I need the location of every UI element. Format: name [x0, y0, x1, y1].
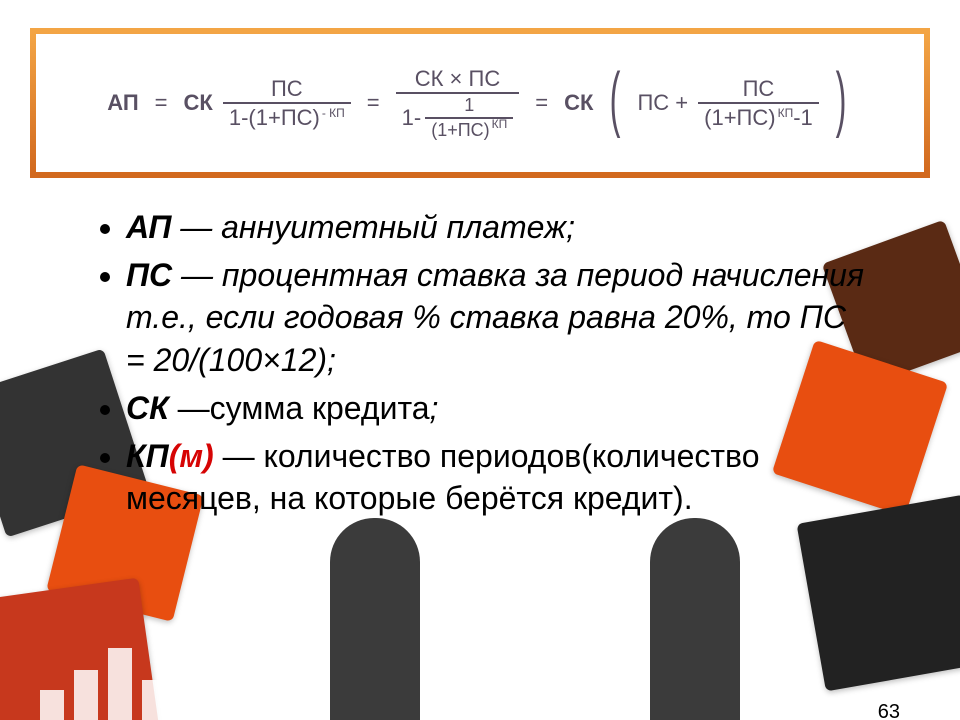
frac1-den: 1-(1+ПС)- КП: [223, 102, 351, 129]
term-ap: АП: [126, 209, 171, 245]
formula-fraction-1: ПС 1-(1+ПС)- КП: [223, 77, 351, 129]
desc-ck: —сумма кредита: [169, 390, 430, 426]
formula-fraction-2: СК × ПС 1- 1 (1+ПС)КП: [396, 67, 520, 140]
desc-ap: — аннуитетный платеж;: [171, 209, 575, 245]
frac2-den: 1- 1 (1+ПС)КП: [396, 92, 520, 140]
left-paren: (: [610, 81, 621, 117]
term-ps: ПС: [126, 257, 172, 293]
person-silhouette: [330, 518, 420, 720]
term-kp: КП: [126, 438, 169, 474]
formula-fraction-3: ПС (1+ПС)КП-1: [698, 77, 819, 129]
frac3-num: ПС: [737, 77, 781, 102]
formula-lhs: АП: [107, 90, 138, 116]
bar-chart-decor: [40, 648, 200, 720]
person-silhouette: [650, 518, 740, 720]
frac2-num: СК × ПС: [409, 67, 506, 92]
annuity-formula: АП = СК ПС 1-(1+ПС)- КП = СК × ПС 1- 1 (…: [107, 67, 853, 140]
definitions-block: АП — аннуитетный платеж; ПС — процентная…: [90, 206, 870, 520]
desc-ps: — процентная ставка за период начисления…: [126, 257, 864, 377]
page-number: 63: [878, 701, 900, 720]
slide: Calculator-Credit.ru АП = СК ПС 1-(1+ПС)…: [0, 28, 960, 720]
puzzle-decor: [797, 495, 960, 692]
def-ps: ПС — процентная ставка за период начисле…: [126, 254, 870, 381]
formula-ck-1: СК: [184, 90, 213, 116]
term-ck: СК: [126, 390, 169, 426]
frac1-num: ПС: [265, 77, 309, 102]
equals-sign: =: [361, 90, 386, 116]
formula-inside-left: ПС +: [637, 90, 688, 116]
equals-sign: =: [149, 90, 174, 116]
def-ap: АП — аннуитетный платеж;: [126, 206, 870, 248]
formula-box: АП = СК ПС 1-(1+ПС)- КП = СК × ПС 1- 1 (…: [30, 28, 930, 178]
def-ck: СК —сумма кредита;: [126, 387, 870, 429]
formula-ck-3: СК: [564, 90, 593, 116]
equals-sign: =: [529, 90, 554, 116]
def-kp: КП(м) — количество периодов(количество м…: [126, 435, 870, 519]
frac3-den: (1+ПС)КП-1: [698, 102, 819, 129]
term-kp-red: (м): [169, 438, 214, 474]
desc-ck-tail: ;: [430, 390, 439, 426]
desc-kp: — количество периодов(количество месяцев…: [126, 438, 759, 516]
right-paren: ): [835, 81, 846, 117]
